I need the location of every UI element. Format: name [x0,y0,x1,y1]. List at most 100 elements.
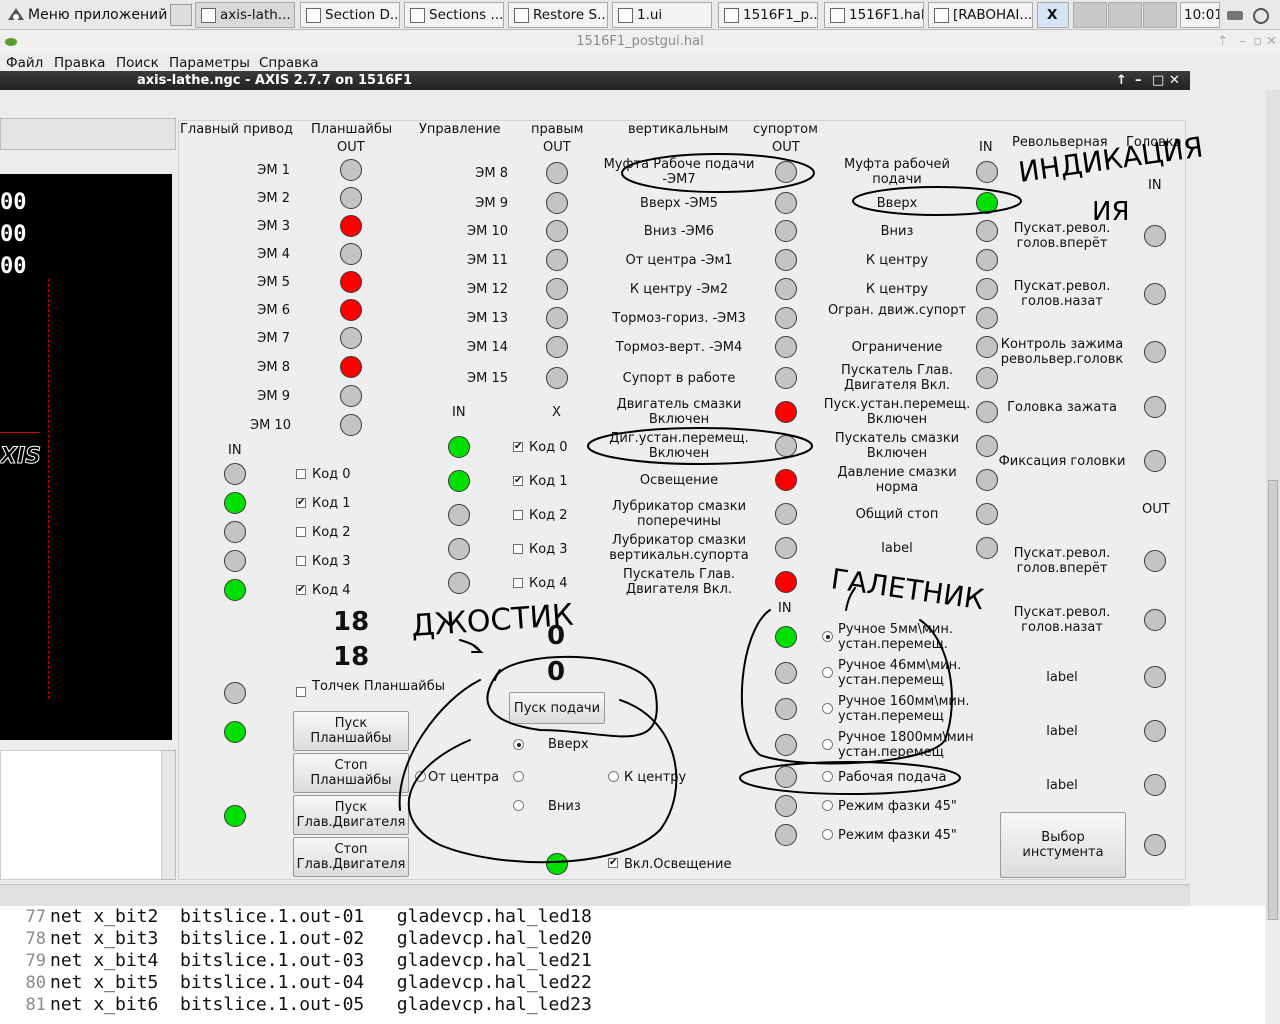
output-led [775,249,797,271]
em-label: ЭМ 13 [467,311,508,326]
em-label: ЭМ 8 [257,360,290,375]
turret-out-label: Пускат.револ. голов.назат [1013,605,1111,635]
faceplate-stop-button[interactable]: Стоп Планшайбы [293,753,409,793]
feed-start-button[interactable]: Пуск подачи [509,692,605,724]
light-checkbox[interactable]: ✔ [608,858,618,868]
code-checkbox[interactable] [296,469,306,479]
output-label: Лубрикатор смазки поперечины [611,499,747,529]
extra-led [224,805,246,827]
code-checkbox[interactable] [513,510,523,520]
em-led [340,271,362,293]
header-right: правым [531,122,584,137]
light-led [546,853,568,875]
output-led [775,307,797,329]
jog-checkbox[interactable] [296,687,306,697]
joystick-from-center-radio[interactable] [415,771,426,782]
em-led [546,307,568,329]
code-checkbox[interactable]: ✔ [296,498,306,508]
output-label: Муфта Рабоче подачи -ЭМ7 [603,157,755,187]
output-led [775,469,797,491]
header-faceplate: Планшайбы [311,122,393,137]
joystick-to-center-label: К центру [624,770,687,785]
galetnik-radio[interactable] [822,829,833,840]
code-led [448,538,470,560]
em-led [546,278,568,300]
galetnik-radio[interactable] [822,667,833,678]
code-checkbox[interactable] [296,556,306,566]
motor-stop-button[interactable]: Стоп Глав.Двигателя [293,837,409,877]
galetnik-radio[interactable] [822,631,833,642]
counter-mid-b: 0 [547,657,566,687]
code-label: Код 4 [529,576,568,591]
input-label: Пускатель Глав. Двигателя Вкл. [840,363,954,393]
output-led [775,367,797,389]
output-led [775,336,797,358]
output-label: Освещение [639,473,719,488]
code-checkbox[interactable] [296,527,306,537]
input-label: Муфта рабочей подачи [843,157,950,187]
input-led [976,401,998,423]
galetnik-label: Режим фазки 45" [838,799,957,814]
em-led [340,187,362,209]
tool-select-button[interactable]: Выбор инстумента [1000,812,1126,878]
em-label: ЭМ 9 [475,196,508,211]
output-label: Пускатель Глав. Двигателя Вкл. [622,567,736,597]
header-out-1: OUT [337,140,365,155]
em-led [340,215,362,237]
output-led [775,503,797,525]
turret-in-label: Головка зажата [1007,400,1117,415]
code-checkbox[interactable] [513,544,523,554]
panel-content: Главный привод Планшайбы OUT Управление … [0,0,1280,1024]
input-led [976,469,998,491]
counter-left-b: 18 [333,642,370,672]
code-label: Код 3 [312,554,351,569]
code-label: Код 0 [529,440,568,455]
output-label: Вверх -ЭМ5 [640,196,718,211]
code-checkbox[interactable]: ✔ [513,476,523,486]
galetnik-radio[interactable] [822,771,833,782]
input-label: Пускатель смазки Включен [834,431,960,461]
header-in-mid: IN [452,405,466,420]
header-in-head: IN [1148,178,1162,193]
galetnik-radio[interactable] [822,800,833,811]
joystick-neutral-radio[interactable] [513,771,524,782]
em-led [340,159,362,181]
header-control: Управление [419,122,501,137]
code-label: Код 2 [312,525,351,540]
em-label: ЭМ 10 [467,224,508,239]
code-checkbox[interactable] [513,578,523,588]
turret-out-led [1144,666,1166,688]
joystick-down-radio[interactable] [513,800,524,811]
galetnik-label: Ручное 46мм\мин. устан.перемещ [838,658,962,688]
em-led [340,385,362,407]
input-led [976,161,998,183]
galetnik-radio[interactable] [822,703,833,714]
joystick-down-label: Вниз [548,799,581,814]
output-led [775,278,797,300]
joystick-up-label: Вверх [548,737,589,752]
em-label: ЭМ 15 [467,371,508,386]
joystick-to-center-radio[interactable] [608,771,619,782]
input-led [976,278,998,300]
input-label: label [881,541,913,556]
em-label: ЭМ 4 [257,247,290,262]
faceplate-start-button[interactable]: Пуск Планшайбы [293,711,409,751]
galetnik-label: Рабочая подача [838,770,947,785]
code-checkbox[interactable]: ✔ [296,585,306,595]
turret-in-led [1144,225,1166,247]
turret-in-label: Фиксация головки [998,454,1126,469]
output-label: Тормоз-гориз. -ЭМ3 [612,311,746,326]
motor-start-button[interactable]: Пуск Глав.Двигателя [293,795,409,835]
code-led [224,579,246,601]
turret-out-label: label [1046,670,1078,685]
em-label: ЭМ 3 [257,219,290,234]
joystick-from-center-label: От центра [428,770,500,785]
code-checkbox[interactable]: ✔ [513,442,523,452]
input-label: Пуск.устан.перемещ. Включен [823,397,971,427]
galetnik-radio[interactable] [822,739,833,750]
turret-in-label: Пускат.револ. голов.вперёт [1013,221,1111,251]
output-led [775,571,797,593]
joystick-up-radio[interactable] [513,739,524,750]
input-led [976,220,998,242]
input-led [976,503,998,525]
